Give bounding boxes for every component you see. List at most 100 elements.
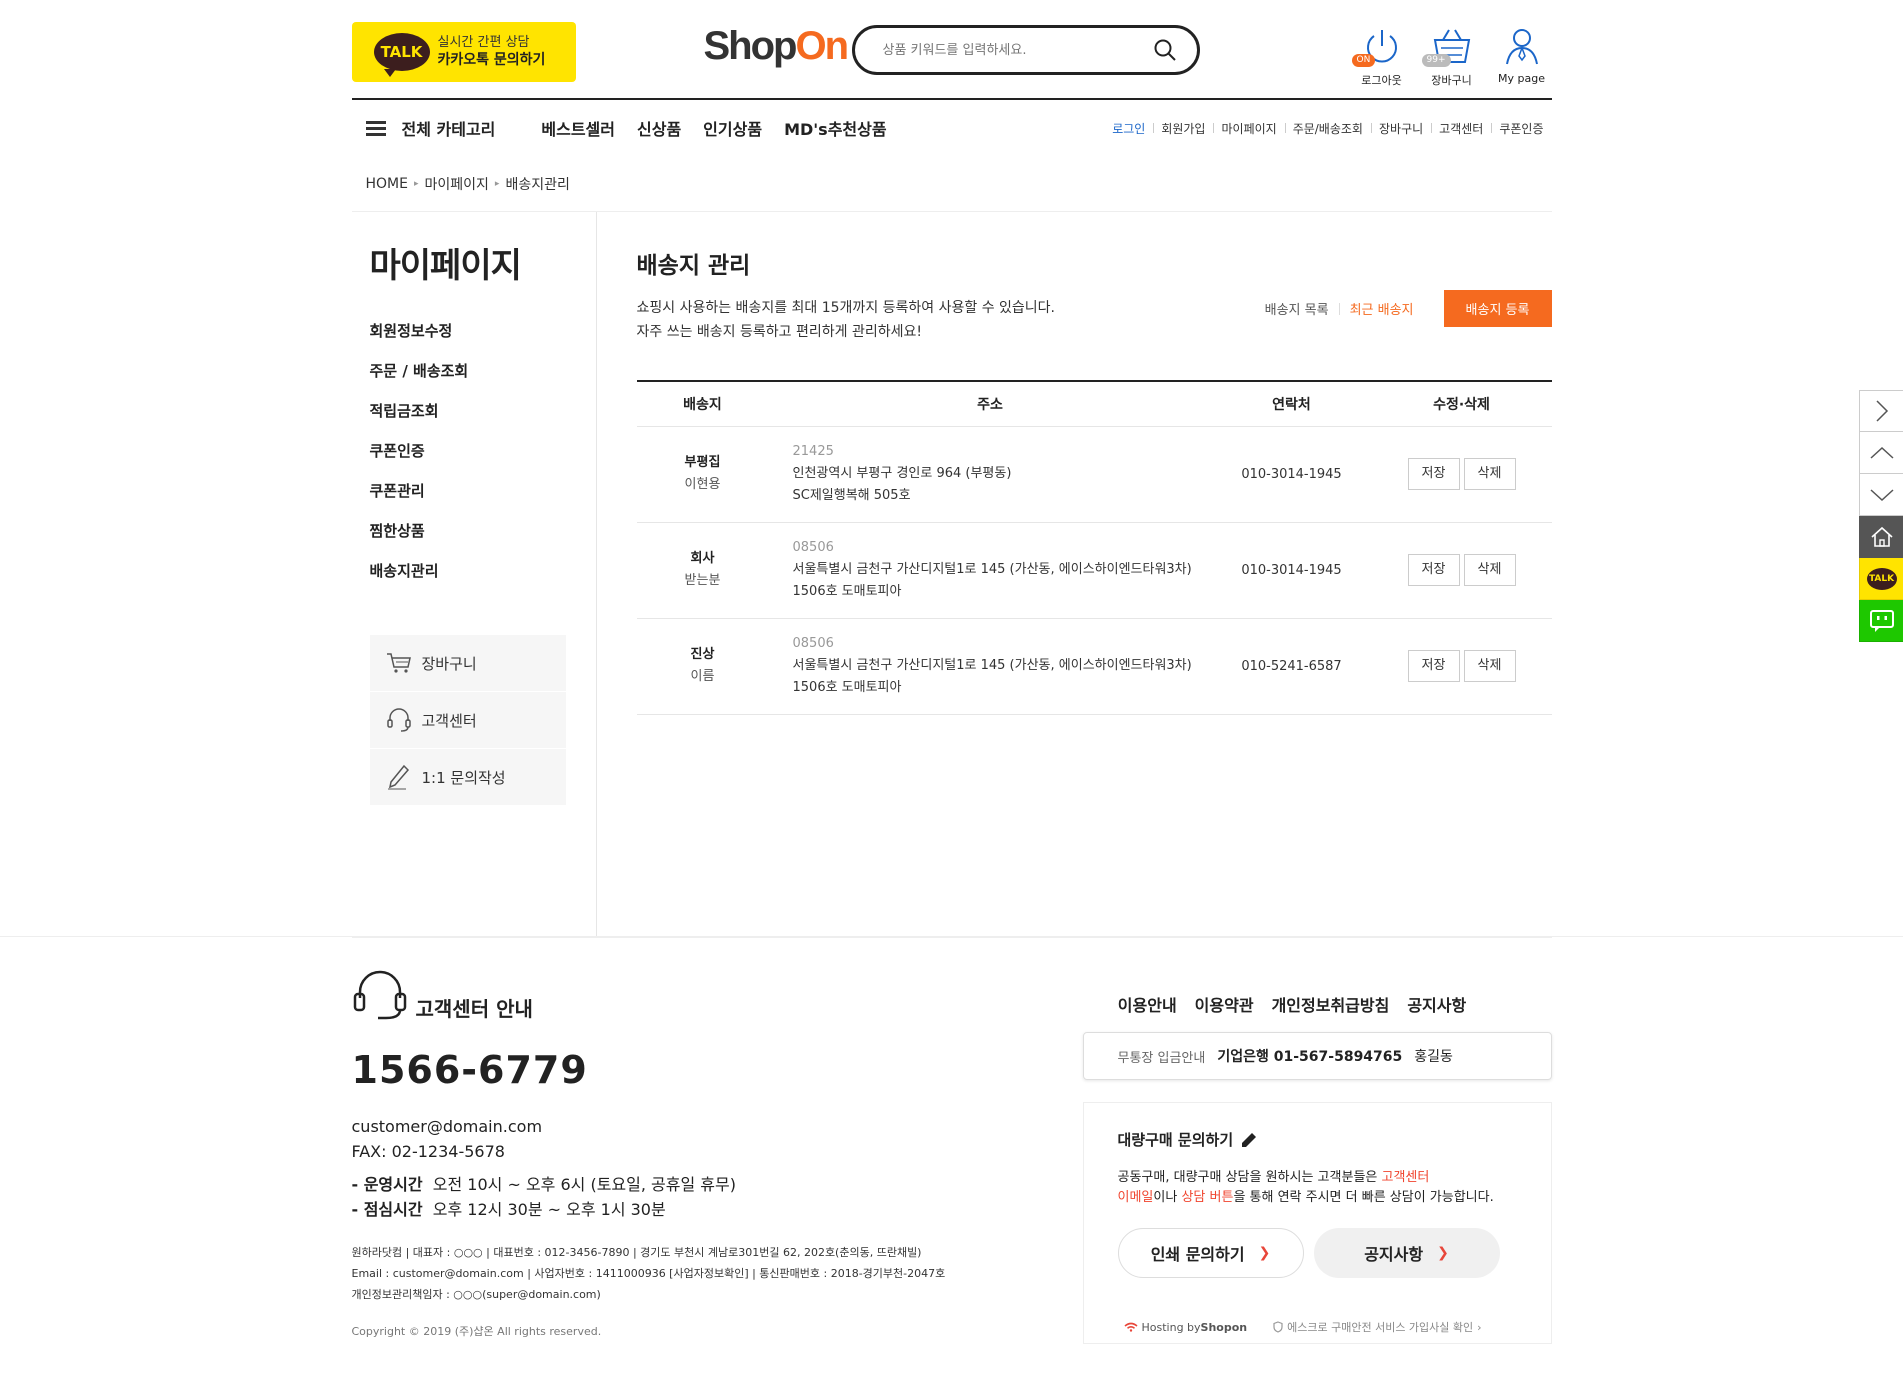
chevron-down-icon	[1869, 488, 1894, 501]
menu-bestseller[interactable]: 베스트셀러	[541, 116, 615, 140]
headset-icon	[353, 970, 406, 1020]
chevron-right-icon: ❯	[1437, 1245, 1449, 1261]
main-menu: 베스트셀러 신상품 인기상품 MD's추천상품	[541, 116, 908, 140]
logout-label: 로그아웃	[1361, 74, 1402, 87]
logo-shop: Shop	[703, 24, 798, 68]
zipcode: 08506	[792, 540, 834, 555]
bulk-cs-link[interactable]: 고객센터	[1382, 1170, 1430, 1185]
tab-recent-address[interactable]: 최근 배송지	[1340, 299, 1424, 318]
kakao-chat-banner[interactable]: TALK 실시간 간편 상담 카카오톡 문의하기	[351, 22, 576, 82]
kakao-talk-icon: TALK	[1866, 567, 1897, 590]
logout-button[interactable]: ON 로그아웃	[1351, 26, 1412, 88]
sidebar-item-coupons[interactable]: 쿠폰관리	[370, 471, 596, 511]
delete-button[interactable]: 삭제	[1463, 458, 1516, 490]
sidebar-cs-link[interactable]: 고객센터	[369, 692, 566, 749]
quick-home-button[interactable]	[1859, 516, 1903, 558]
address-line2: SC제일행복해 505호	[792, 488, 911, 503]
print-inquiry-label: 인쇄 문의하기	[1150, 1245, 1245, 1264]
cs-email[interactable]: customer@domain.com	[352, 1114, 972, 1139]
save-button[interactable]: 저장	[1407, 650, 1460, 682]
delete-button[interactable]: 삭제	[1463, 650, 1516, 682]
search-icon[interactable]	[1153, 38, 1177, 62]
register-address-button[interactable]: 배송지 등록	[1443, 290, 1552, 327]
util-cart[interactable]: 장바구니	[1370, 120, 1431, 137]
kakao-talk-icon: TALK	[373, 33, 430, 77]
scroll-bottom-button[interactable]	[1859, 474, 1903, 516]
cs-fax: FAX: 02-1234-5678	[351, 1142, 505, 1161]
pencil-icon	[1242, 1132, 1257, 1147]
sidebar: 마이페이지 회원정보수정 주문 / 배송조회 적립금조회 쿠폰인증 쿠폰관리 찜…	[352, 212, 597, 936]
sidebar-cart-link[interactable]: 장바구니	[369, 635, 566, 692]
hosting-brand: Shopon	[1200, 1320, 1248, 1334]
address-table: 배송지 주소 연락처 수정·삭제 부평집 이현용 21425 인천광역시 부평구 경…	[636, 380, 1552, 715]
col-actions: 수정·삭제	[1371, 381, 1552, 427]
receiver-name: 이현용	[684, 477, 721, 492]
phone-number: 010-3014-1945	[1211, 522, 1372, 619]
footer-left: 고객센터 안내 1566-6779 customer@domain.com FA…	[352, 968, 972, 1339]
sidebar-item-profile[interactable]: 회원정보수정	[370, 311, 596, 351]
sidebar-item-wishlist[interactable]: 찜한상품	[370, 511, 596, 551]
bulk-inquiry-box: 대량구매 문의하기 공동구매, 대량구매 상담을 원하시는 고객분들은 고객센터…	[1082, 1102, 1552, 1344]
col-phone: 연락처	[1211, 381, 1372, 427]
util-login[interactable]: 로그인	[1104, 120, 1153, 137]
menu-popular[interactable]: 인기상품	[703, 116, 762, 140]
sidebar-cart-label: 장바구니	[421, 654, 477, 673]
menu-new[interactable]: 신상품	[637, 116, 681, 140]
bulk-email-link[interactable]: 이메일	[1118, 1190, 1154, 1205]
sidebar-item-orders[interactable]: 주문 / 배송조회	[370, 351, 596, 391]
print-inquiry-button[interactable]: 인쇄 문의하기 ❯	[1117, 1228, 1304, 1278]
sidebar-item-points[interactable]: 적립금조회	[370, 391, 596, 431]
address-line1: 인천광역시 부평구 경인로 964 (부평동)	[792, 466, 1012, 481]
escrow-link[interactable]: 에스크로 구매안전 서비스 가입사실 확인	[1287, 1319, 1473, 1335]
all-category-button[interactable]: 전체 카테고리	[365, 116, 495, 140]
site-logo[interactable]: ShopOn	[703, 24, 850, 69]
scroll-top-button[interactable]	[1859, 432, 1903, 474]
breadcrumb-home[interactable]: HOME	[366, 176, 408, 192]
link-privacy[interactable]: 개인정보취급방침	[1272, 992, 1390, 1016]
quick-kakao-button[interactable]: TALK	[1859, 558, 1903, 600]
receiver-name: 이름	[690, 669, 715, 684]
mypage-button[interactable]: My page	[1492, 26, 1552, 85]
phone-number: 010-5241-6587	[1211, 618, 1372, 715]
save-button[interactable]: 저장	[1407, 458, 1460, 490]
home-icon	[1870, 526, 1893, 547]
util-cs[interactable]: 고객센터	[1431, 120, 1491, 137]
sidebar-inquiry-link[interactable]: 1:1 문의작성	[369, 749, 566, 806]
quick-next-button[interactable]	[1859, 390, 1903, 432]
breadcrumb: HOME ▸ 마이페이지 ▸ 배송지관리	[351, 156, 1552, 212]
util-join[interactable]: 회원가입	[1153, 120, 1213, 137]
hours-value: 오전 10시 ~ 오후 6시 (토요일, 공휴일 휴무)	[432, 1175, 736, 1194]
quick-chat-button[interactable]	[1859, 600, 1903, 642]
sidebar-title: 마이페이지	[369, 246, 522, 286]
address-line2: 1506호 도매토피아	[792, 680, 902, 695]
notice-button[interactable]: 공지사항 ❯	[1313, 1228, 1500, 1278]
link-terms[interactable]: 이용약관	[1195, 992, 1254, 1016]
sidebar-item-address[interactable]: 배송지관리	[370, 551, 596, 591]
bulk-consult-link[interactable]: 상담 버튼	[1181, 1190, 1233, 1205]
search-input[interactable]	[882, 42, 1153, 58]
util-mypage[interactable]: 마이페이지	[1213, 120, 1284, 137]
content: 마이페이지 회원정보수정 주문 / 배송조회 적립금조회 쿠폰인증 쿠폰관리 찜…	[352, 212, 1552, 936]
save-button[interactable]: 저장	[1407, 554, 1460, 586]
place-name: 진상	[690, 647, 715, 662]
menu-md-pick[interactable]: MD's추천상품	[784, 116, 887, 140]
pen-icon	[387, 764, 409, 790]
phone-number: 010-3014-1945	[1211, 426, 1372, 523]
bank-holder: 홍길동	[1414, 1049, 1453, 1065]
tab-address-list[interactable]: 배송지 목록	[1255, 299, 1339, 318]
logo-on: On	[795, 24, 849, 68]
delete-button[interactable]: 삭제	[1463, 554, 1516, 586]
bulk-text: 을 통해 연락 주시면 더 빠른 상담이 가능합니다.	[1233, 1190, 1494, 1205]
util-links: 로그인 회원가입 마이페이지 주문/배송조회 장바구니 고객센터 쿠폰인증	[1104, 120, 1551, 137]
cart-button[interactable]: 99+ 장바구니	[1421, 26, 1482, 88]
page-title: 배송지 관리	[636, 253, 751, 279]
link-notice[interactable]: 공지사항	[1407, 992, 1466, 1016]
sidebar-item-coupon-auth[interactable]: 쿠폰인증	[370, 431, 596, 471]
breadcrumb-mypage[interactable]: 마이페이지	[425, 174, 489, 194]
global-nav: 전체 카테고리 베스트셀러 신상품 인기상품 MD's추천상품 로그인 회원가입…	[352, 100, 1552, 156]
link-guide[interactable]: 이용안내	[1118, 992, 1177, 1016]
util-coupon[interactable]: 쿠폰인증	[1491, 120, 1551, 137]
zipcode: 21425	[792, 444, 834, 459]
util-order[interactable]: 주문/배송조회	[1284, 120, 1371, 137]
quick-bar: TALK	[1859, 390, 1903, 642]
